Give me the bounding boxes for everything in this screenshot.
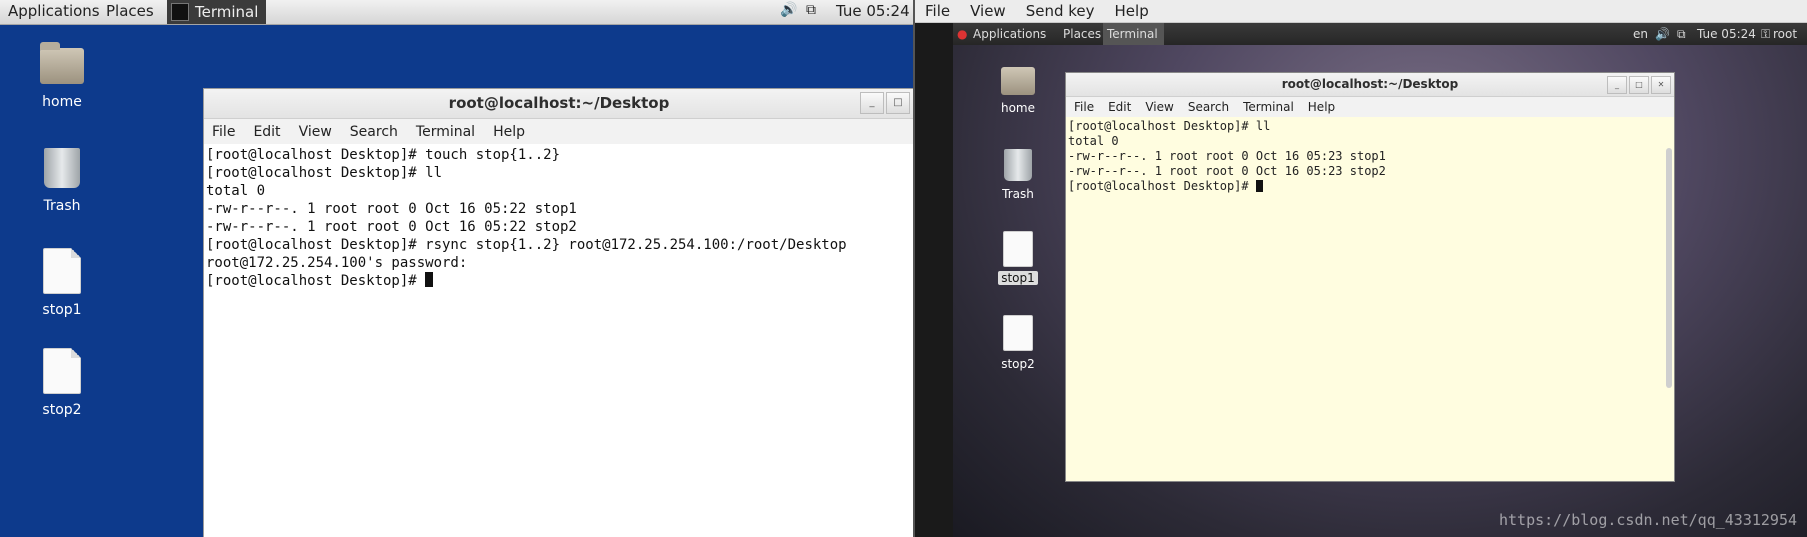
network-icon[interactable]: ⧉ xyxy=(1677,27,1686,42)
menu-edit[interactable]: Edit xyxy=(253,124,280,140)
terminal-line: [root@localhost Desktop]# rsync stop{1..… xyxy=(206,237,847,253)
menu-help[interactable]: Help xyxy=(493,124,525,140)
menu-file[interactable]: File xyxy=(1074,100,1094,114)
desktop-icon-trash[interactable]: Trash xyxy=(17,148,107,214)
guest-icon-trash[interactable]: Trash xyxy=(978,149,1058,201)
terminal-line: total 0 xyxy=(206,183,266,199)
desktop-icon-home[interactable]: home xyxy=(17,42,107,110)
guest-icon-stop2[interactable]: stop2 xyxy=(978,315,1058,371)
scrollbar[interactable] xyxy=(1666,148,1672,388)
maximize-button[interactable]: □ xyxy=(1629,76,1649,94)
top-panel: Applications Places Terminal 🔊 ⧉ Tue 05:… xyxy=(0,0,913,25)
maximize-button[interactable]: □ xyxy=(886,92,910,114)
terminal-menubar: File Edit View Search Terminal Help xyxy=(204,119,913,144)
menu-edit[interactable]: Edit xyxy=(1108,100,1131,114)
viewer-menu-send-key[interactable]: Send key xyxy=(1026,2,1095,20)
file-icon xyxy=(43,248,81,294)
terminal-prompt-line: [root@localhost Desktop]# xyxy=(1068,179,1672,194)
viewer-menubar: File View Send key Help xyxy=(915,0,1807,23)
terminal-output[interactable]: [root@localhost Desktop]# touch stop{1..… xyxy=(204,144,913,292)
taskbar-terminal-label: Terminal xyxy=(195,3,259,21)
guest-places-menu[interactable]: Places xyxy=(1063,27,1101,41)
desktop-icon-label: Trash xyxy=(1002,187,1034,201)
desktop-icon-label: home xyxy=(42,94,82,110)
terminal-line: [root@localhost Desktop]# ll xyxy=(1068,119,1271,133)
menu-file[interactable]: File xyxy=(212,124,235,140)
window-titlebar[interactable]: root@localhost:~/Desktop _ □ xyxy=(204,89,913,119)
desktop-icon-stop2[interactable]: stop2 xyxy=(17,348,107,418)
vm-viewer: File View Send key Help ● Applications P… xyxy=(915,0,1807,537)
redhat-icon: ● xyxy=(957,27,968,41)
language-indicator[interactable]: en xyxy=(1633,27,1648,41)
user-menu[interactable]: root xyxy=(1773,27,1797,41)
menu-view[interactable]: View xyxy=(299,124,332,140)
terminal-line: -rw-r--r--. 1 root root 0 Oct 16 05:23 s… xyxy=(1068,164,1386,178)
file-icon xyxy=(1003,315,1033,351)
guest-desktop[interactable]: ● Applications Places Terminal en 🔊 ⧉ Tu… xyxy=(953,23,1807,537)
places-menu[interactable]: Places xyxy=(106,2,154,20)
menu-help[interactable]: Help xyxy=(1308,100,1335,114)
menu-terminal[interactable]: Terminal xyxy=(1243,100,1294,114)
desktop-icon-label: stop2 xyxy=(42,402,82,418)
terminal-prompt: [root@localhost Desktop]# xyxy=(1068,179,1256,193)
guest-terminal-window[interactable]: root@localhost:~/Desktop _ □ ✕ File Edit… xyxy=(1065,72,1675,482)
terminal-line: root@172.25.254.100's password: xyxy=(206,255,468,271)
terminal-prompt-line: [root@localhost Desktop]# xyxy=(206,272,912,290)
terminal-prompt: [root@localhost Desktop]# xyxy=(206,273,426,289)
guest-taskbar-terminal-label: Terminal xyxy=(1107,27,1158,41)
terminal-line: -rw-r--r--. 1 root root 0 Oct 16 05:23 s… xyxy=(1068,149,1386,163)
window-title: root@localhost:~/Desktop xyxy=(1281,77,1459,91)
minimize-button[interactable]: _ xyxy=(1607,76,1627,94)
desktop-icon-label-selected: stop1 xyxy=(998,271,1038,285)
guest-icon-stop1[interactable]: stop1 xyxy=(978,231,1058,285)
home-folder-icon xyxy=(40,42,84,84)
text-cursor xyxy=(425,272,434,287)
volume-icon[interactable]: 🔊 xyxy=(1655,27,1670,41)
user-icon: ⚿ xyxy=(1761,27,1771,41)
home-folder-icon xyxy=(1001,67,1035,95)
file-icon xyxy=(1003,231,1033,267)
terminal-output[interactable]: [root@localhost Desktop]# ll total 0 -rw-r… xyxy=(1066,117,1674,196)
trash-icon xyxy=(1004,149,1032,181)
viewer-menu-help[interactable]: Help xyxy=(1115,2,1149,20)
desktop-icon-label: stop1 xyxy=(42,302,82,318)
applications-menu[interactable]: Applications xyxy=(8,2,100,20)
trash-icon xyxy=(44,148,80,188)
clock[interactable]: Tue 05:24 xyxy=(836,2,910,20)
viewer-menu-view[interactable]: View xyxy=(970,2,1006,20)
terminal-line: -rw-r--r--. 1 root root 0 Oct 16 05:22 s… xyxy=(206,219,577,235)
taskbar-terminal-button[interactable]: Terminal xyxy=(167,0,267,24)
window-title: root@localhost:~/Desktop xyxy=(448,94,670,112)
terminal-window[interactable]: root@localhost:~/Desktop _ □ File Edit V… xyxy=(203,88,913,537)
guest-applications-menu[interactable]: Applications xyxy=(973,27,1046,41)
watermark-text: https://blog.csdn.net/qq_43312954 xyxy=(1498,511,1797,529)
terminal-line: total 0 xyxy=(1068,134,1119,148)
terminal-line: -rw-r--r--. 1 root root 0 Oct 16 05:22 s… xyxy=(206,201,577,217)
window-titlebar[interactable]: root@localhost:~/Desktop _ □ ✕ xyxy=(1066,73,1674,97)
guest-top-panel: ● Applications Places Terminal en 🔊 ⧉ Tu… xyxy=(953,23,1807,45)
desktop-icon-stop1[interactable]: stop1 xyxy=(17,248,107,318)
guest-taskbar-terminal-button[interactable]: Terminal xyxy=(1103,23,1164,45)
volume-icon[interactable]: 🔊 xyxy=(780,2,797,18)
terminal-line: [root@localhost Desktop]# touch stop{1..… xyxy=(206,147,561,163)
close-button[interactable]: ✕ xyxy=(1651,76,1671,94)
terminal-icon xyxy=(171,3,189,21)
menu-search[interactable]: Search xyxy=(350,124,398,140)
menu-terminal[interactable]: Terminal xyxy=(416,124,475,140)
minimize-button[interactable]: _ xyxy=(860,92,884,114)
menu-view[interactable]: View xyxy=(1145,100,1173,114)
file-icon xyxy=(43,348,81,394)
guest-icon-home[interactable]: home xyxy=(978,67,1058,115)
desktop-icon-label: home xyxy=(1000,101,1036,115)
terminal-line: [root@localhost Desktop]# ll xyxy=(206,165,443,181)
viewer-menu-file[interactable]: File xyxy=(925,2,950,20)
terminal-menubar: File Edit View Search Terminal Help xyxy=(1066,97,1674,117)
network-icon[interactable]: ⧉ xyxy=(806,2,816,18)
text-cursor xyxy=(1255,180,1263,192)
guest-clock[interactable]: Tue 05:24 xyxy=(1697,27,1756,41)
left-desktop: Applications Places Terminal 🔊 ⧉ Tue 05:… xyxy=(0,0,913,537)
menu-search[interactable]: Search xyxy=(1188,100,1229,114)
desktop-icon-label: stop2 xyxy=(1001,357,1035,371)
desktop-icon-label: Trash xyxy=(43,198,81,214)
